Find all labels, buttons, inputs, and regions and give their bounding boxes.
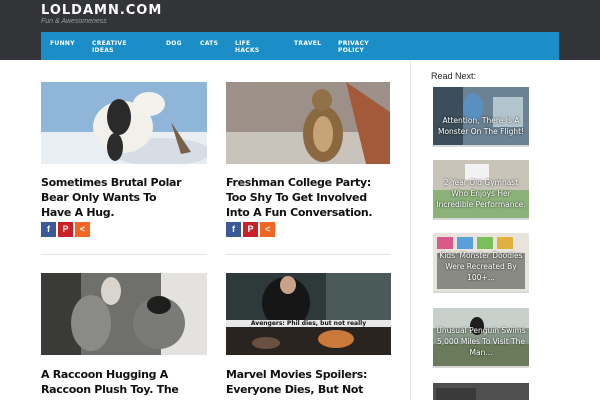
marvel-image — [226, 273, 391, 355]
sidebar-divider — [410, 60, 411, 400]
post-divider — [41, 254, 207, 255]
sidebar-item-label: Attention, There Is A Monster On The Fli… — [437, 116, 525, 136]
sidebar-item-partial[interactable] — [433, 383, 529, 400]
post-thumbnail[interactable]: Avengers: Phil dies, but not really — [226, 273, 391, 355]
raccoon-image — [41, 273, 207, 355]
squirrel-image — [226, 82, 390, 164]
share-icon[interactable]: < — [75, 222, 90, 237]
sidebar-item[interactable]: Unusual Penguin Swims 5,000 Miles To Vis… — [433, 308, 529, 368]
post-title[interactable]: Marvel Movies Spoilers: Everyone Dies, B… — [226, 367, 386, 397]
site-tagline: Fun & Awesomeness — [41, 18, 107, 25]
post-card: Sometimes Brutal Polar Bear Only Wants T… — [41, 82, 207, 242]
post-title[interactable]: Sometimes Brutal Polar Bear Only Wants T… — [41, 175, 189, 220]
facebook-icon[interactable]: f — [226, 222, 241, 237]
nav-item-privacy-policy[interactable]: PRIVACY POLICY — [338, 40, 369, 54]
pinterest-icon[interactable]: P — [243, 222, 258, 237]
post-title[interactable]: A Raccoon Hugging A Raccoon Plush Toy. T… — [41, 367, 191, 397]
nav-item-cats[interactable]: CATS — [200, 40, 218, 47]
site-header: LOLDAMN.COM Fun & Awesomeness FUNNY CREA… — [0, 0, 600, 60]
sidebar-item[interactable]: Attention, There Is A Monster On The Fli… — [433, 87, 529, 147]
pinterest-icon[interactable]: P — [58, 222, 73, 237]
sidebar-title: Read Next: — [431, 71, 477, 81]
post-title[interactable]: Freshman College Party: Too Shy To Get I… — [226, 175, 386, 220]
sidebar-item-label: Unusual Penguin Swims 5,000 Miles To Vis… — [436, 326, 526, 357]
sidebar-item[interactable]: Kids' Monster Doodles Were Recreated By … — [433, 233, 529, 293]
post-thumbnail[interactable] — [41, 273, 207, 355]
facebook-icon[interactable]: f — [41, 222, 56, 237]
nav-item-dog[interactable]: DOG — [166, 40, 182, 47]
sidebar-thumbnail — [436, 388, 476, 400]
sidebar-item-label: Kids' Monster Doodles Were Recreated By … — [439, 251, 523, 282]
site-logo[interactable]: LOLDAMN.COM — [41, 3, 162, 18]
nav-item-travel[interactable]: TRAVEL — [294, 40, 321, 47]
polar-bear-image — [41, 82, 207, 164]
nav-item-creative-ideas[interactable]: CREATIVE IDEAS — [92, 40, 127, 54]
post-card: Avengers: Phil dies, but not really Marv… — [226, 273, 392, 400]
post-card: A Raccoon Hugging A Raccoon Plush Toy. T… — [41, 273, 207, 400]
post-thumbnail[interactable] — [226, 82, 390, 164]
post-thumbnail[interactable] — [41, 82, 207, 164]
post-card: Freshman College Party: Too Shy To Get I… — [226, 82, 392, 242]
image-caption: Avengers: Phil dies, but not really — [226, 320, 391, 327]
sidebar-item[interactable]: 2 Year Old Gymnast Who Enjoys Her Incred… — [433, 160, 529, 220]
sidebar-item-label: 2 Year Old Gymnast Who Enjoys Her Incred… — [436, 178, 526, 209]
post-divider — [226, 254, 390, 255]
nav-item-funny[interactable]: FUNNY — [50, 40, 75, 47]
nav-item-life-hacks[interactable]: LIFE HACKS — [235, 40, 260, 54]
share-icon[interactable]: < — [260, 222, 275, 237]
main-nav: FUNNY CREATIVE IDEAS DOG CATS LIFE HACKS… — [41, 32, 559, 60]
